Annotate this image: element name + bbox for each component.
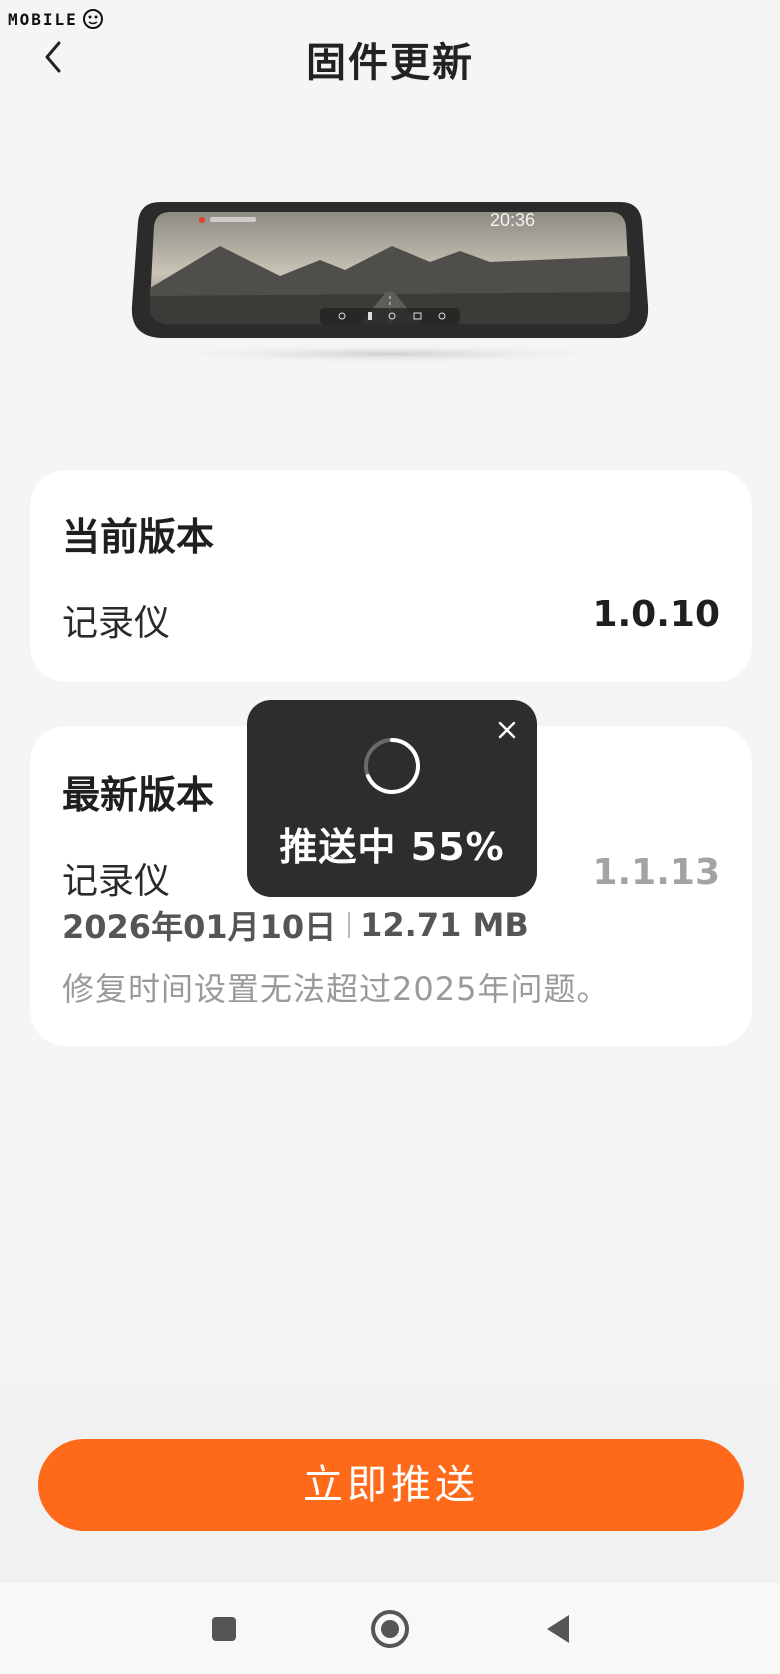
latest-device-label: 记录仪 xyxy=(62,861,171,902)
meta-divider xyxy=(348,912,351,938)
current-version-title: 当前版本 xyxy=(62,515,215,559)
push-now-button[interactable]: 立即推送 xyxy=(38,1439,744,1531)
device-screen-time: 20:36 xyxy=(490,210,535,230)
close-icon xyxy=(498,721,516,739)
toast-progress-text: 推送中 55% xyxy=(279,825,505,869)
latest-version-title: 最新版本 xyxy=(62,773,215,817)
latest-version-value: 1.1.13 xyxy=(592,852,720,893)
file-size: 12.71 MB xyxy=(360,906,529,944)
loading-spinner-icon xyxy=(364,738,420,794)
push-progress-toast: 推送中 55% xyxy=(247,700,537,897)
dashcam-mirror-image: 20:36 xyxy=(131,202,649,364)
current-version-card: 当前版本 记录仪 1.0.10 xyxy=(30,470,752,682)
current-device-label: 记录仪 xyxy=(62,603,171,644)
page-title: 固件更新 xyxy=(306,40,474,86)
release-notes: 修复时间设置无法超过2025年问题。 xyxy=(62,970,610,1008)
home-button[interactable] xyxy=(366,1605,414,1653)
system-navigation-bar xyxy=(0,1583,780,1674)
recent-apps-button[interactable] xyxy=(200,1605,248,1653)
current-version-value: 1.0.10 xyxy=(592,594,720,635)
toast-close-button[interactable] xyxy=(491,714,523,746)
bottom-action-bar: 立即推送 xyxy=(0,1385,780,1583)
square-icon xyxy=(212,1617,236,1641)
home-circle-icon xyxy=(371,1610,409,1648)
app-header: 固件更新 xyxy=(0,0,780,116)
release-date: 2026年01月10日 xyxy=(62,908,337,946)
back-triangle-icon xyxy=(547,1615,569,1643)
system-back-button[interactable] xyxy=(534,1605,582,1653)
release-meta: 2026年01月10日 12.71 MB xyxy=(62,902,529,948)
